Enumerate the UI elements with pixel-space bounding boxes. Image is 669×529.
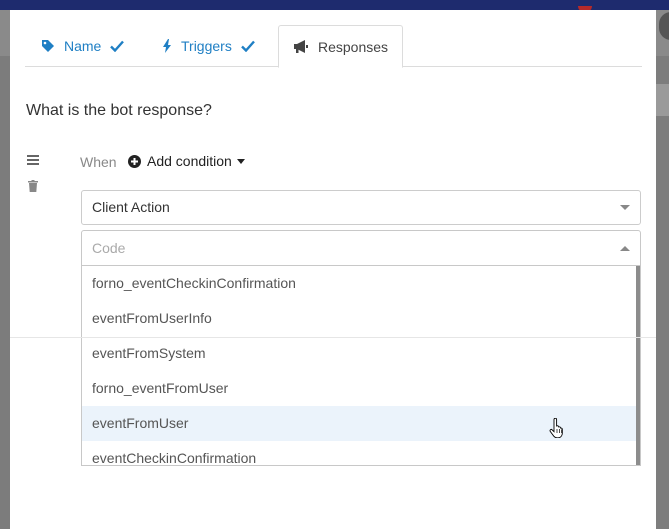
dropdown-option[interactable]: eventFromSystem	[82, 336, 638, 371]
megaphone-icon	[293, 40, 309, 53]
tab-triggers[interactable]: Triggers	[162, 25, 255, 67]
modal-divider	[10, 337, 656, 338]
bolt-icon	[162, 39, 172, 53]
bot-response-modal: Name Triggers Responses What is the bot …	[10, 10, 656, 529]
dropdown-scrollbar-thumb[interactable]	[636, 266, 640, 465]
tab-name[interactable]: Name	[41, 25, 125, 67]
tab-triggers-label: Triggers	[181, 38, 232, 54]
chevron-down-icon	[620, 205, 630, 210]
backdrop-right-edge	[655, 56, 669, 529]
tab-name-label: Name	[64, 38, 102, 54]
plus-circle-icon	[128, 154, 141, 168]
check-icon	[110, 40, 125, 52]
tab-responses[interactable]: Responses	[278, 25, 404, 68]
chevron-up-icon	[620, 246, 630, 251]
caret-down-icon	[236, 158, 245, 164]
drag-handle-icon[interactable]	[27, 153, 39, 165]
add-condition-button[interactable]: Add condition	[128, 153, 245, 169]
app-header-bar	[0, 0, 669, 10]
dropdown-option[interactable]: forno_eventCheckinConfirmation	[82, 266, 638, 301]
dropdown-option[interactable]: eventFromUserInfo	[82, 301, 638, 336]
tag-icon	[41, 39, 55, 53]
when-label: When	[80, 154, 117, 170]
wizard-tabs: Name Triggers Responses	[25, 25, 642, 68]
dropdown-option[interactable]: eventCheckinConfirmation	[82, 441, 638, 465]
trash-icon[interactable]	[28, 179, 38, 192]
dropdown-option-hovered[interactable]: eventFromUser	[82, 406, 638, 441]
code-options-dropdown: forno_eventCheckinConfirmation eventFrom…	[81, 266, 641, 466]
dropdown-option[interactable]: forno_eventFromUser	[82, 371, 638, 406]
add-condition-label: Add condition	[147, 153, 232, 169]
dropdown-scrollbar[interactable]	[636, 266, 640, 465]
response-type-value: Client Action	[92, 199, 170, 215]
tab-responses-label: Responses	[318, 38, 389, 55]
check-icon	[240, 40, 255, 52]
code-select[interactable]	[81, 230, 641, 266]
section-question: What is the bot response?	[26, 102, 212, 119]
code-search-input[interactable]	[82, 231, 640, 265]
response-type-select[interactable]: Client Action	[81, 190, 641, 225]
